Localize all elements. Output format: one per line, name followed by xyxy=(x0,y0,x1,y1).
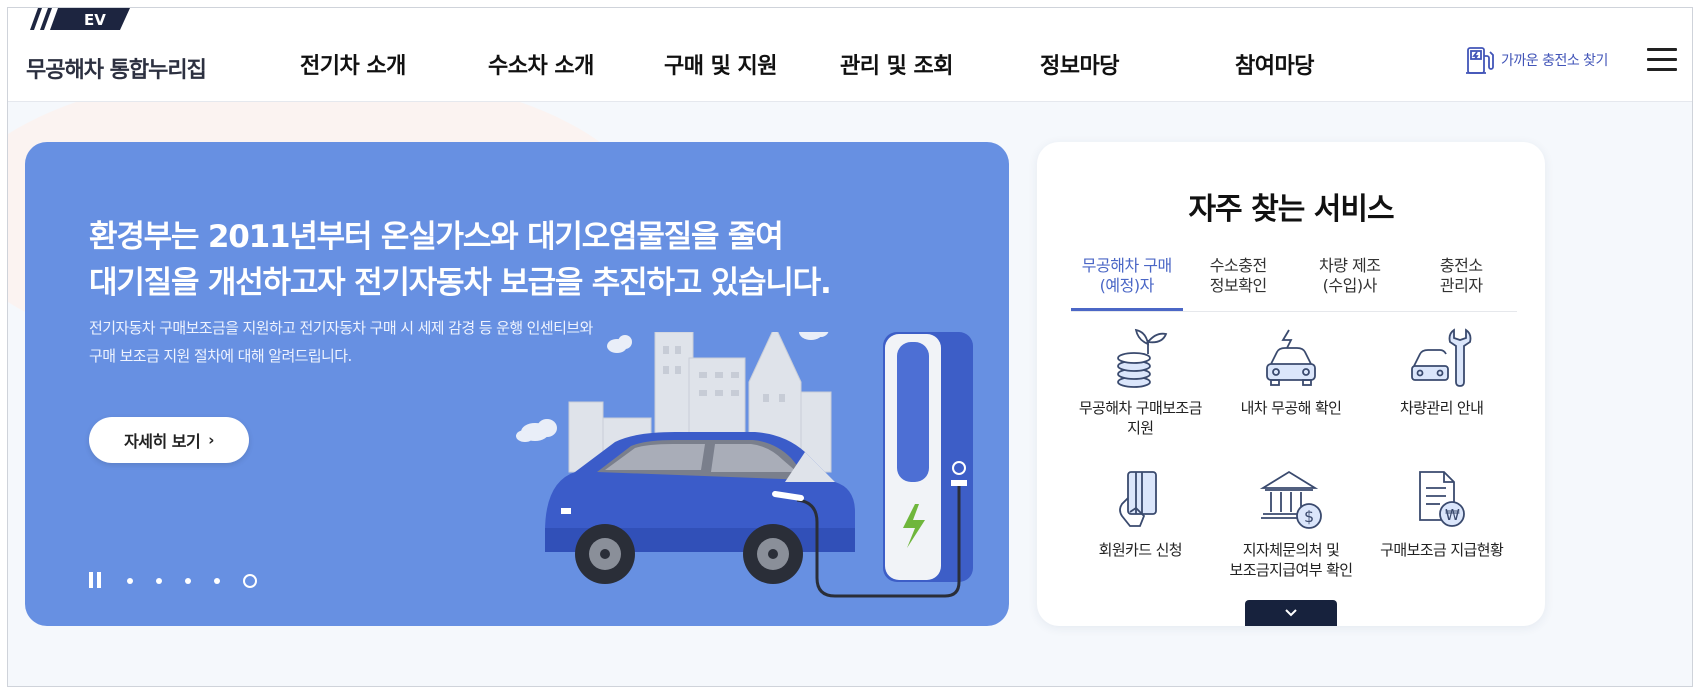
nav-manage-inquiry[interactable]: 관리 및 조회 xyxy=(818,48,1018,80)
service-vehicle-management-label: 차량관리 안내 xyxy=(1399,399,1484,417)
tab-hydrogen-info-label: 수소충전 정보확인 xyxy=(1209,256,1267,295)
services-tabs: 무공해차 구매 (예정)자 수소충전 정보확인 차량 제조 (수입)사 충전소 … xyxy=(1071,254,1517,312)
hero-banner: 환경부는 2011년부터 온실가스와 대기오염물질을 줄여 대기질을 개선하고자… xyxy=(25,142,1009,626)
site-logo[interactable]: 무공해차 통합누리집 xyxy=(26,52,207,84)
find-charger-label: 가까운 충전소 찾기 xyxy=(1501,53,1608,69)
service-subsidy-status-label: 구매보조금 지급현황 xyxy=(1380,541,1504,559)
tab-hydrogen-info[interactable]: 수소충전 정보확인 xyxy=(1183,254,1295,311)
find-charger-link[interactable]: 가까운 충전소 찾기 xyxy=(1463,44,1608,76)
hamburger-icon[interactable] xyxy=(1647,48,1677,72)
hero-title: 환경부는 2011년부터 온실가스와 대기오염물질을 줄여 대기질을 개선하고자… xyxy=(89,214,832,306)
bank-dollar-icon: $ xyxy=(1259,470,1322,529)
more-detail-button[interactable]: 자세히 보기 › xyxy=(89,417,249,463)
tab-buyers[interactable]: 무공해차 구매 (예정)자 xyxy=(1071,254,1183,311)
service-subsidy-status[interactable]: ₩ 구매보조금 지급현황 xyxy=(1366,468,1517,588)
document-won-icon: ₩ xyxy=(1418,471,1465,527)
nav-hydrogen-intro[interactable]: 수소차 소개 xyxy=(438,48,628,80)
service-my-car-check-label: 내차 무공해 확인 xyxy=(1240,399,1342,417)
logo-tag[interactable]: EV xyxy=(24,8,130,30)
tab-manufacturers-label: 차량 제조 (수입)사 xyxy=(1319,256,1381,295)
slide-dot-3[interactable] xyxy=(185,578,191,584)
coins-plant-icon xyxy=(1117,328,1168,388)
hero-title-line2: 대기질을 개선하고자 전기자동차 보급을 추진하고 있습니다. xyxy=(89,265,832,301)
ev-charging-illustration xyxy=(516,332,973,598)
slide-dot-4[interactable] xyxy=(214,578,220,584)
svg-text:₩: ₩ xyxy=(1445,506,1460,524)
tab-station-managers-label: 충전소 관리자 xyxy=(1439,256,1483,295)
services-grid: 무공해차 구매보조금 지원 내차 무공해 확인 차량관리 안내 회원카드 신청 … xyxy=(1065,326,1517,588)
slider-controls xyxy=(89,572,280,590)
svg-text:$: $ xyxy=(1304,507,1314,526)
service-member-card[interactable]: 회원카드 신청 xyxy=(1065,468,1216,588)
service-local-gov-inquiry-label: 지자체문의처 및 보조금지급여부 확인 xyxy=(1229,541,1354,579)
service-local-gov-inquiry[interactable]: $ 지자체문의처 및 보조금지급여부 확인 xyxy=(1216,468,1367,588)
nav-info[interactable]: 정보마당 xyxy=(1018,48,1203,80)
service-vehicle-management[interactable]: 차량관리 안내 xyxy=(1366,326,1517,446)
service-my-car-check[interactable]: 내차 무공해 확인 xyxy=(1216,326,1367,446)
service-subsidy-support[interactable]: 무공해차 구매보조금 지원 xyxy=(1065,326,1216,446)
car-wrench-icon xyxy=(1410,328,1472,387)
tab-station-managers[interactable]: 충전소 관리자 xyxy=(1406,254,1518,311)
service-subsidy-support-label: 무공해차 구매보조금 지원 xyxy=(1078,399,1203,437)
hero-title-line1: 환경부는 2011년부터 온실가스와 대기오염물질을 줄여 xyxy=(89,219,784,255)
slide-dot-2[interactable] xyxy=(156,578,162,584)
nav-participation[interactable]: 참여마당 xyxy=(1203,48,1393,80)
slide-dot-5-active[interactable] xyxy=(243,574,257,588)
chevron-down-icon xyxy=(1285,609,1297,617)
nav-purchase-support[interactable]: 구매 및 지원 xyxy=(628,48,818,80)
services-title: 자주 찾는 서비스 xyxy=(1188,192,1394,227)
main-nav: 전기차 소개 수소차 소개 구매 및 지원 관리 및 조회 정보마당 참여마당 xyxy=(248,48,1393,80)
site-header: EV 무공해차 통합누리집 전기차 소개 수소차 소개 구매 및 지원 관리 및… xyxy=(8,8,1692,102)
tab-buyers-label: 무공해차 구매 (예정)자 xyxy=(1081,256,1172,295)
electric-car-icon xyxy=(1266,329,1316,386)
expand-services-button[interactable] xyxy=(1245,600,1337,626)
frequent-services-panel: 자주 찾는 서비스 무공해차 구매 (예정)자 수소충전 정보확인 차량 제조 … xyxy=(1037,142,1545,626)
tab-manufacturers[interactable]: 차량 제조 (수입)사 xyxy=(1294,254,1406,311)
charger-station-icon xyxy=(1466,47,1494,74)
slide-dot-1[interactable] xyxy=(127,578,133,584)
card-hand-icon xyxy=(1119,471,1158,527)
logo-tag-text: EV xyxy=(84,11,106,29)
nav-ev-intro[interactable]: 전기차 소개 xyxy=(248,48,438,80)
more-detail-label: 자세히 보기 xyxy=(124,432,201,451)
chevron-right-icon: › xyxy=(208,431,214,449)
service-member-card-label: 회원카드 신청 xyxy=(1098,541,1183,559)
pause-icon[interactable] xyxy=(89,572,105,590)
page-frame: EV 무공해차 통합누리집 전기차 소개 수소차 소개 구매 및 지원 관리 및… xyxy=(7,7,1693,687)
